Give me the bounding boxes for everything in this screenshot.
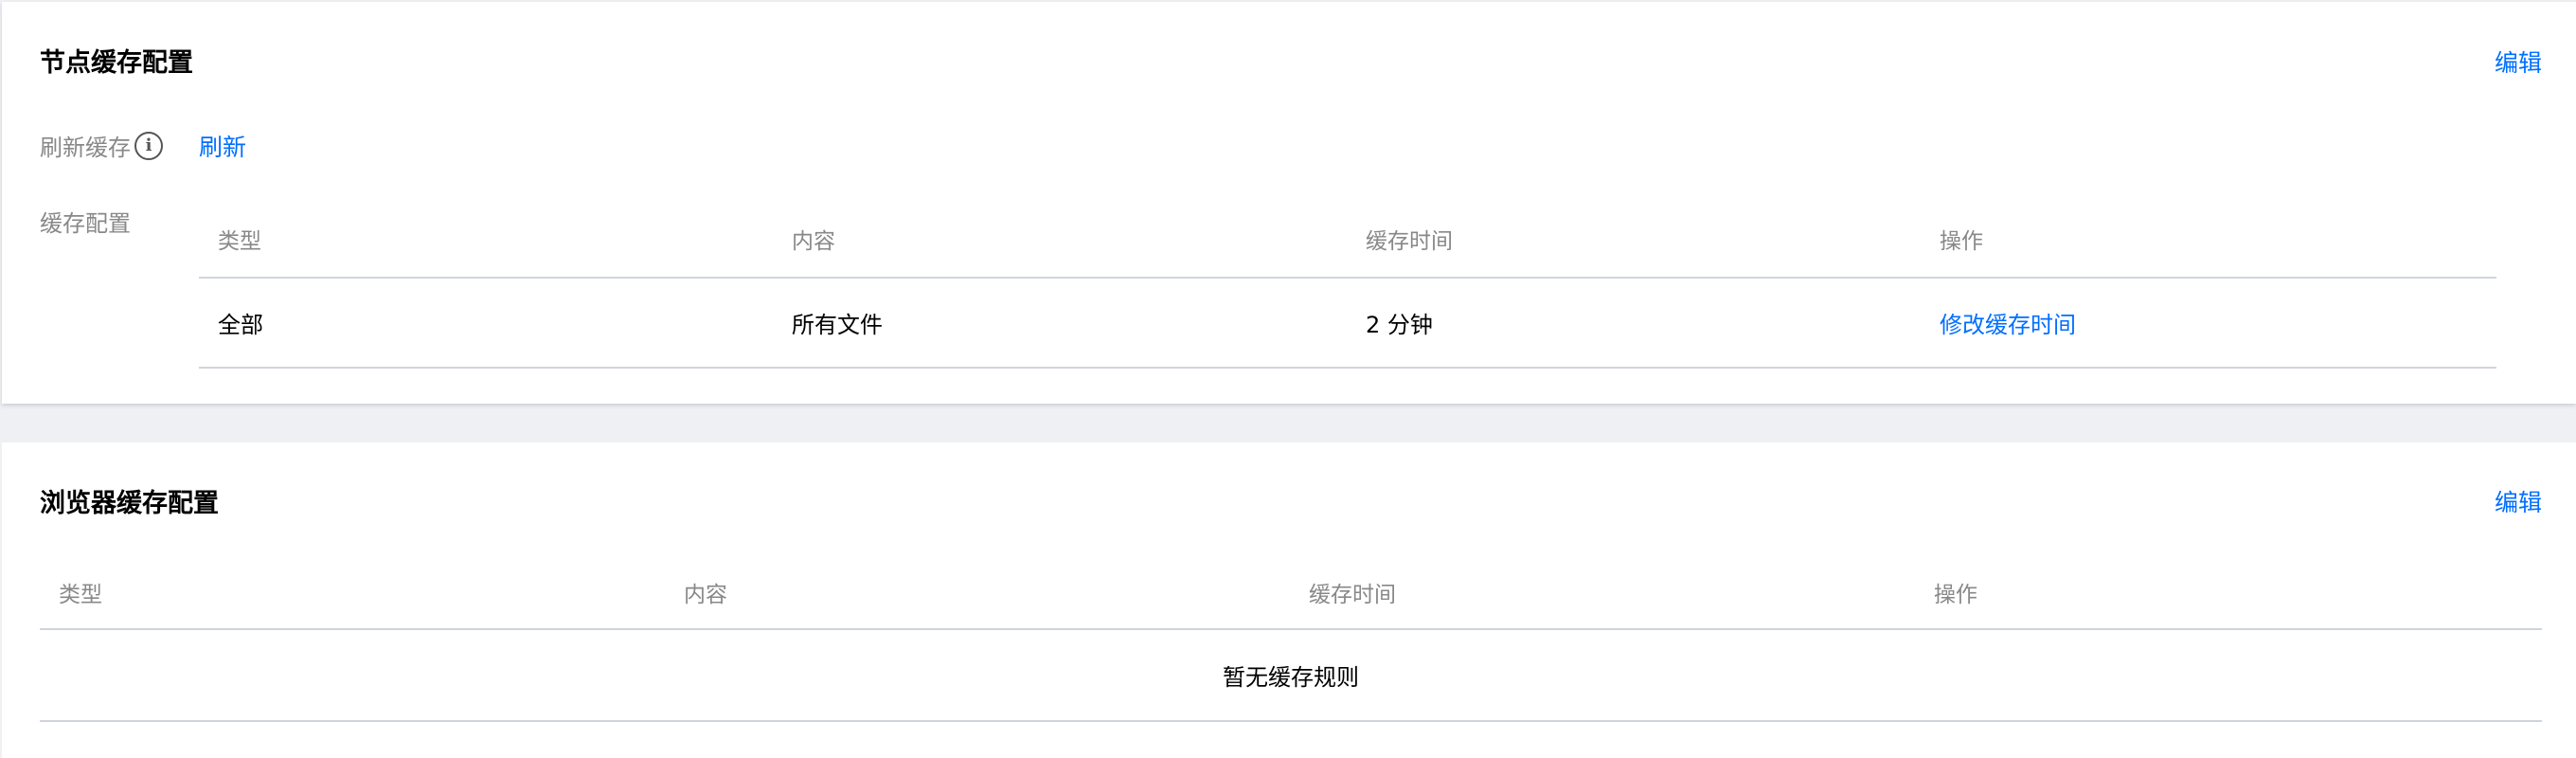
empty-state-text: 暂无缓存规则 bbox=[1223, 664, 1359, 691]
browser-cache-table: 类型 内容 缓存时间 操作 暂无缓存规则 bbox=[40, 556, 2542, 722]
modify-cache-time-link[interactable]: 修改缓存时间 bbox=[1921, 306, 2495, 339]
info-icon[interactable]: i bbox=[134, 131, 163, 160]
table-row: 全部 所有文件 2 分钟 修改缓存时间 bbox=[199, 279, 2496, 369]
node-cache-edit-link[interactable]: 编辑 bbox=[2495, 45, 2542, 79]
column-header-content: 内容 bbox=[684, 583, 727, 607]
node-cache-table: 类型 内容 缓存时间 操作 全部 所有文件 2 分钟 修改缓存时间 bbox=[199, 201, 2496, 369]
cell-type: 全部 bbox=[218, 312, 263, 338]
cell-content: 所有文件 bbox=[792, 312, 883, 338]
column-header-cache-time: 缓存时间 bbox=[1309, 583, 1396, 607]
cell-cache-time: 2 分钟 bbox=[1366, 312, 1433, 338]
column-header-action: 操作 bbox=[1934, 583, 1977, 607]
column-header-action: 操作 bbox=[1940, 229, 1983, 254]
browser-cache-card: 浏览器缓存配置 编辑 类型 内容 缓存时间 操作 暂无缓存规则 bbox=[2, 442, 2576, 758]
refresh-cache-label-text: 刷新缓存 bbox=[40, 135, 131, 161]
column-header-cache-time: 缓存时间 bbox=[1366, 229, 1453, 254]
column-header-type: 类型 bbox=[218, 229, 261, 254]
table-header: 类型 内容 缓存时间 操作 bbox=[40, 556, 2542, 630]
empty-row: 暂无缓存规则 bbox=[40, 630, 2542, 722]
node-cache-title: 节点缓存配置 bbox=[40, 48, 193, 78]
refresh-link[interactable]: 刷新 bbox=[199, 129, 246, 163]
table-header: 类型 内容 缓存时间 操作 bbox=[199, 201, 2496, 279]
cache-config-label: 缓存配置 bbox=[40, 210, 131, 237]
node-cache-card: 节点缓存配置 编辑 刷新缓存 i 刷新 缓存配置 类型 内容 缓存时间 操作 全… bbox=[2, 2, 2576, 404]
column-header-content: 内容 bbox=[792, 229, 835, 254]
browser-cache-edit-link[interactable]: 编辑 bbox=[2495, 484, 2542, 518]
column-header-type: 类型 bbox=[59, 583, 102, 607]
browser-cache-title: 浏览器缓存配置 bbox=[40, 489, 219, 518]
refresh-cache-label: 刷新缓存 i bbox=[40, 129, 163, 162]
